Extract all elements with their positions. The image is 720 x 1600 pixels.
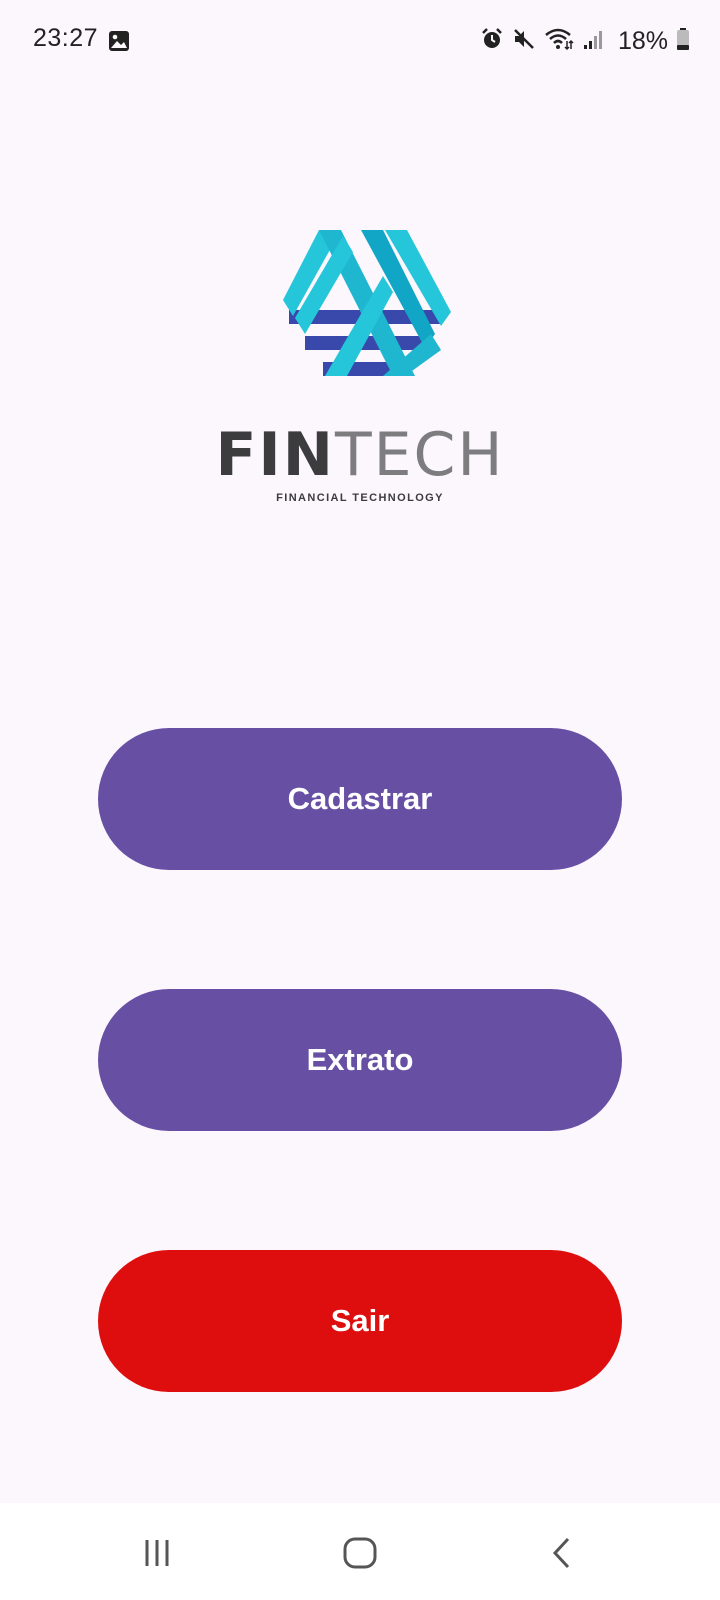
logo-tagline: FINANCIAL TECHNOLOGY: [276, 492, 444, 504]
status-icons: 18%: [480, 24, 690, 58]
status-time: 23:27: [33, 24, 99, 52]
battery-icon: [676, 27, 690, 56]
navigation-bar: [0, 1503, 720, 1600]
fintech-logo: FINTECH FINANCIAL TECHNOLOGY: [0, 230, 720, 510]
battery-percent: 18%: [617, 26, 668, 55]
logo-wordmark: FINTECH: [0, 420, 720, 490]
back-button[interactable]: [532, 1531, 592, 1575]
cadastrar-button[interactable]: Cadastrar: [98, 728, 622, 870]
back-icon: [552, 1537, 570, 1569]
recents-button[interactable]: [127, 1531, 187, 1575]
home-icon: [343, 1537, 377, 1569]
extrato-button[interactable]: Extrato: [98, 989, 622, 1131]
signal-icon: [582, 27, 604, 56]
fintech-logo-mark: [283, 230, 451, 376]
image-icon: [108, 30, 130, 57]
logo-wordmark-tech: TECH: [334, 420, 505, 490]
home-button[interactable]: [330, 1531, 390, 1575]
recents-icon: [145, 1540, 169, 1566]
mute-icon: [512, 27, 536, 56]
status-bar: 23:27 18%: [0, 0, 720, 82]
logo-wordmark-fin: FIN: [215, 420, 335, 490]
wifi-icon: [544, 27, 574, 56]
sair-button[interactable]: Sair: [98, 1250, 622, 1392]
alarm-icon: [480, 27, 504, 56]
